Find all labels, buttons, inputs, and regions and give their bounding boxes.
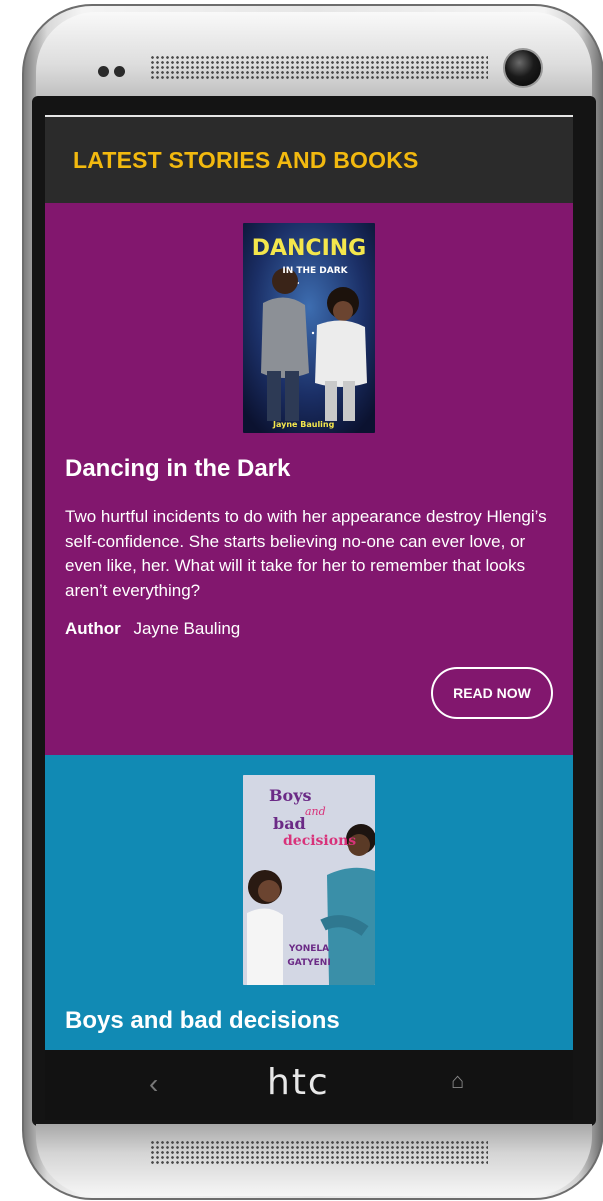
cover-subtitle: IN THE DARK bbox=[282, 266, 348, 276]
section-header: LATEST STORIES AND BOOKS bbox=[45, 117, 573, 203]
book-cover-art: Boys and bad decisions YONELA GATYENI bbox=[243, 775, 375, 985]
book-card: DANCING IN THE DARK Jayne Bauling Dancin… bbox=[45, 203, 573, 755]
cover-title: DANCING bbox=[252, 236, 367, 261]
author-label: Author bbox=[65, 619, 121, 638]
author-name: Jayne Bauling bbox=[133, 619, 241, 638]
cover-title: and bbox=[305, 805, 326, 818]
cover-title: Boys bbox=[269, 786, 312, 805]
cover-title: bad bbox=[273, 814, 306, 833]
book-title[interactable]: Dancing in the Dark bbox=[65, 455, 553, 483]
section-title: LATEST STORIES AND BOOKS bbox=[73, 146, 419, 173]
book-cover-art: DANCING IN THE DARK Jayne Bauling bbox=[243, 223, 375, 433]
cover-title: decisions bbox=[283, 833, 356, 849]
sensor-dot bbox=[114, 66, 125, 77]
phone-screen: LATEST STORIES AND BOOKS DANCING IN THE … bbox=[45, 115, 573, 1050]
htc-logo: htc bbox=[267, 1062, 330, 1103]
front-camera bbox=[503, 48, 543, 88]
sensor-dot bbox=[98, 66, 109, 77]
back-icon[interactable]: ‹ bbox=[149, 1068, 158, 1100]
book-cover-image[interactable]: DANCING IN THE DARK Jayne Bauling bbox=[243, 223, 375, 433]
read-now-button[interactable]: READ NOW bbox=[431, 667, 553, 719]
book-card: Boys and bad decisions YONELA GATYENI Bo… bbox=[45, 755, 573, 1050]
device-nav-bar: ‹ htc ⌂ bbox=[45, 1050, 573, 1120]
speaker-grille-top bbox=[150, 55, 488, 81]
cover-author: GATYENI bbox=[287, 958, 330, 968]
cover-author: YONELA bbox=[288, 944, 329, 954]
speaker-grille-bottom bbox=[150, 1140, 488, 1166]
home-icon[interactable]: ⌂ bbox=[451, 1068, 464, 1094]
book-description: Two hurtful incidents to do with her app… bbox=[65, 507, 547, 600]
author-row: Author Jayne Bauling bbox=[65, 619, 553, 639]
book-title[interactable]: Boys and bad decisions bbox=[65, 1007, 553, 1035]
cover-author: Jayne Bauling bbox=[272, 420, 335, 429]
book-cover-image[interactable]: Boys and bad decisions YONELA GATYENI bbox=[243, 775, 375, 985]
